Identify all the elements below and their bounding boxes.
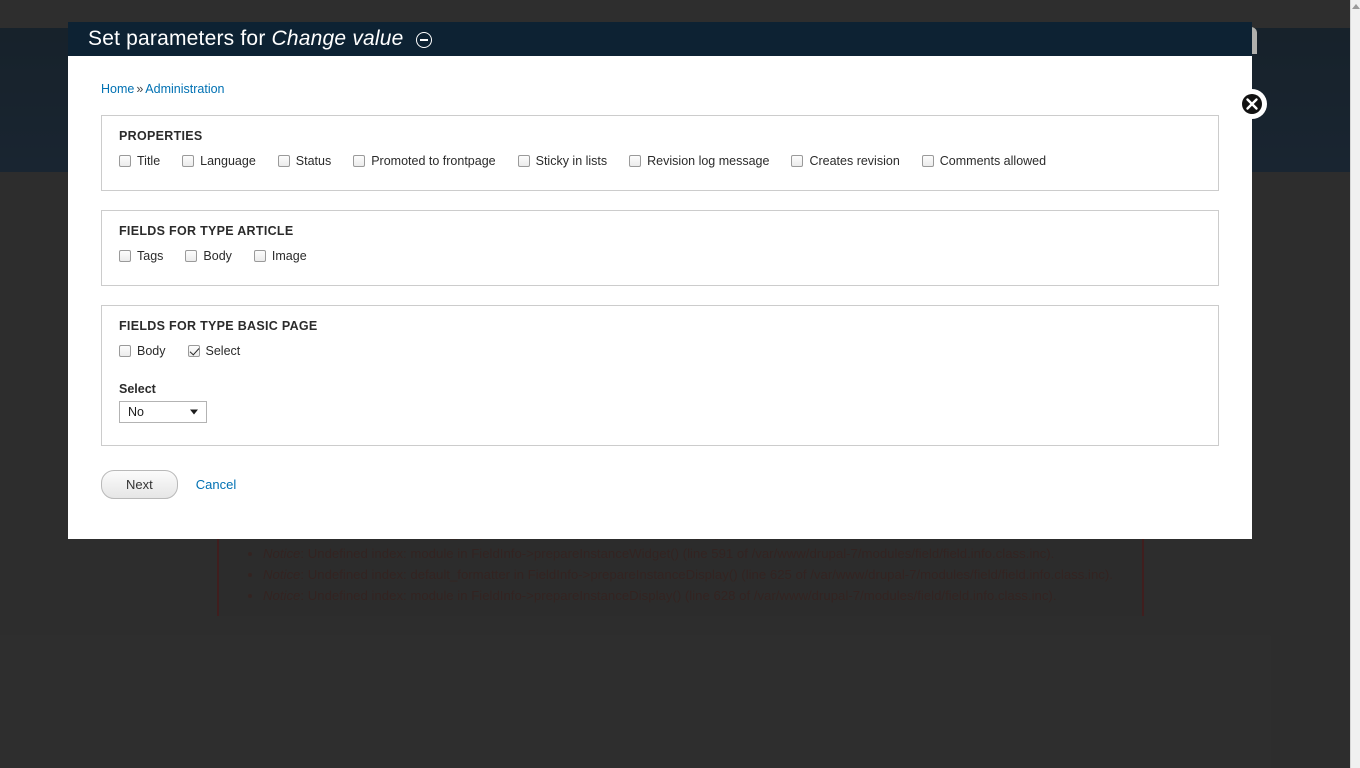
checkbox-unchecked-icon[interactable]	[353, 155, 366, 167]
checkbox-status[interactable]: Status	[277, 154, 332, 168]
breadcrumb-separator: »	[136, 82, 144, 96]
fieldset-legend: FIELDS FOR TYPE ARTICLE	[119, 224, 294, 238]
checkbox-label: Tags	[137, 249, 164, 263]
checkbox-unchecked-icon[interactable]	[517, 155, 530, 167]
checkbox-unchecked-icon[interactable]	[182, 155, 195, 167]
cancel-link[interactable]: Cancel	[196, 477, 236, 492]
checkbox-label: Body	[203, 249, 232, 263]
checkbox-label: Language	[200, 154, 256, 168]
breadcrumb-link-home[interactable]: Home	[101, 82, 134, 96]
checkbox-unchecked-icon[interactable]	[119, 250, 131, 262]
checkbox-label: Status	[295, 154, 332, 168]
checkbox-unchecked-icon[interactable]	[185, 250, 198, 262]
breadcrumb: Home» Administration	[68, 56, 1252, 96]
fieldset-properties: PROPERTIES Title Language Status Promoted to…	[101, 115, 1219, 191]
fieldset-body: Body Select Select No	[102, 333, 1218, 445]
checkbox-language[interactable]: Language	[182, 154, 256, 168]
select-field-label: Select	[119, 382, 156, 396]
select-selected-value: No	[128, 405, 144, 419]
fieldset-fields-for-type-article: FIELDS FOR TYPE ARTICLE Tags Body Image	[101, 210, 1219, 286]
checkbox-label: Comments allowed	[939, 154, 1047, 168]
overlay-body: Home» Administration PROPERTIES Title Langu…	[68, 56, 1267, 539]
checkbox-body[interactable]: Body	[119, 344, 166, 358]
checkbox-label: Title	[137, 154, 161, 168]
overlay-dialog: Set parameters for Change value Home» Adm…	[68, 22, 1267, 539]
fieldset-legend: FIELDS FOR TYPE BASIC PAGE	[119, 319, 318, 333]
screen: My acc Notice: Undefined index: module i…	[0, 0, 1360, 768]
fieldset-fields-for-type-basic-page: FIELDS FOR TYPE BASIC PAGE Body Select Sele…	[101, 305, 1219, 446]
select-form-item: Select No	[119, 382, 1201, 423]
checkbox-creates-revision[interactable]: Creates revision	[791, 154, 900, 168]
checkbox-body[interactable]: Body	[185, 249, 232, 263]
checkbox-unchecked-icon[interactable]	[791, 155, 804, 167]
checkbox-row: Body Select	[119, 344, 1201, 358]
checkbox-label: Promoted to frontpage	[371, 154, 496, 168]
checkbox-unchecked-icon[interactable]	[253, 250, 266, 262]
checkbox-image[interactable]: Image	[253, 249, 307, 263]
close-icon[interactable]	[1237, 89, 1267, 119]
checkbox-label: Revision log message	[647, 154, 770, 168]
checkbox-unchecked-icon[interactable]	[629, 155, 642, 167]
checkbox-unchecked-icon[interactable]	[277, 155, 290, 167]
fieldset-body: Tags Body Image	[102, 238, 1218, 285]
checkbox-label: Body	[137, 344, 166, 358]
checkbox-label: Select	[205, 344, 241, 358]
checkbox-row: Title Language Status Promoted to frontpage…	[119, 154, 1201, 168]
checkbox-row: Tags Body Image	[119, 249, 1201, 263]
circle-minus-icon[interactable]	[415, 32, 432, 48]
overlay-title-prefix: Set parameters for	[88, 27, 272, 50]
checkbox-unchecked-icon[interactable]	[119, 345, 131, 357]
checkbox-checked-icon[interactable]	[187, 345, 200, 357]
breadcrumb-link-administration[interactable]: Administration	[145, 82, 224, 96]
select-dropdown[interactable]: No	[119, 401, 207, 423]
fieldset-body: Title Language Status Promoted to frontpage…	[102, 143, 1218, 190]
checkbox-label: Creates revision	[809, 154, 900, 168]
form-actions: Next Cancel	[101, 470, 1219, 499]
chevron-down-icon	[190, 409, 198, 415]
overlay-titlebar: Set parameters for Change value	[68, 22, 1252, 56]
overlay-title-emphasis: Change value	[271, 27, 404, 50]
checkbox-unchecked-icon[interactable]	[921, 155, 934, 167]
checkbox-label: Sticky in lists	[535, 154, 608, 168]
fieldset-container: PROPERTIES Title Language Status Promoted to…	[68, 115, 1252, 446]
checkbox-label: Image	[271, 249, 307, 263]
page-title: Set parameters for Change value	[88, 27, 404, 51]
checkbox-revision-log-message[interactable]: Revision log message	[629, 154, 769, 168]
page-scrollbar[interactable]	[1350, 0, 1360, 768]
checkbox-promoted-to-frontpage[interactable]: Promoted to frontpage	[353, 154, 496, 168]
checkbox-comments-allowed[interactable]: Comments allowed	[921, 154, 1047, 168]
next-button[interactable]: Next	[101, 470, 178, 499]
checkbox-tags[interactable]: Tags	[119, 249, 163, 263]
checkbox-select[interactable]: Select	[187, 344, 241, 358]
scroll-up-icon[interactable]	[1352, 4, 1360, 9]
fieldset-legend: PROPERTIES	[119, 129, 203, 143]
checkbox-title[interactable]: Title	[119, 154, 160, 168]
checkbox-sticky-in-lists[interactable]: Sticky in lists	[517, 154, 608, 168]
checkbox-unchecked-icon[interactable]	[119, 155, 131, 167]
